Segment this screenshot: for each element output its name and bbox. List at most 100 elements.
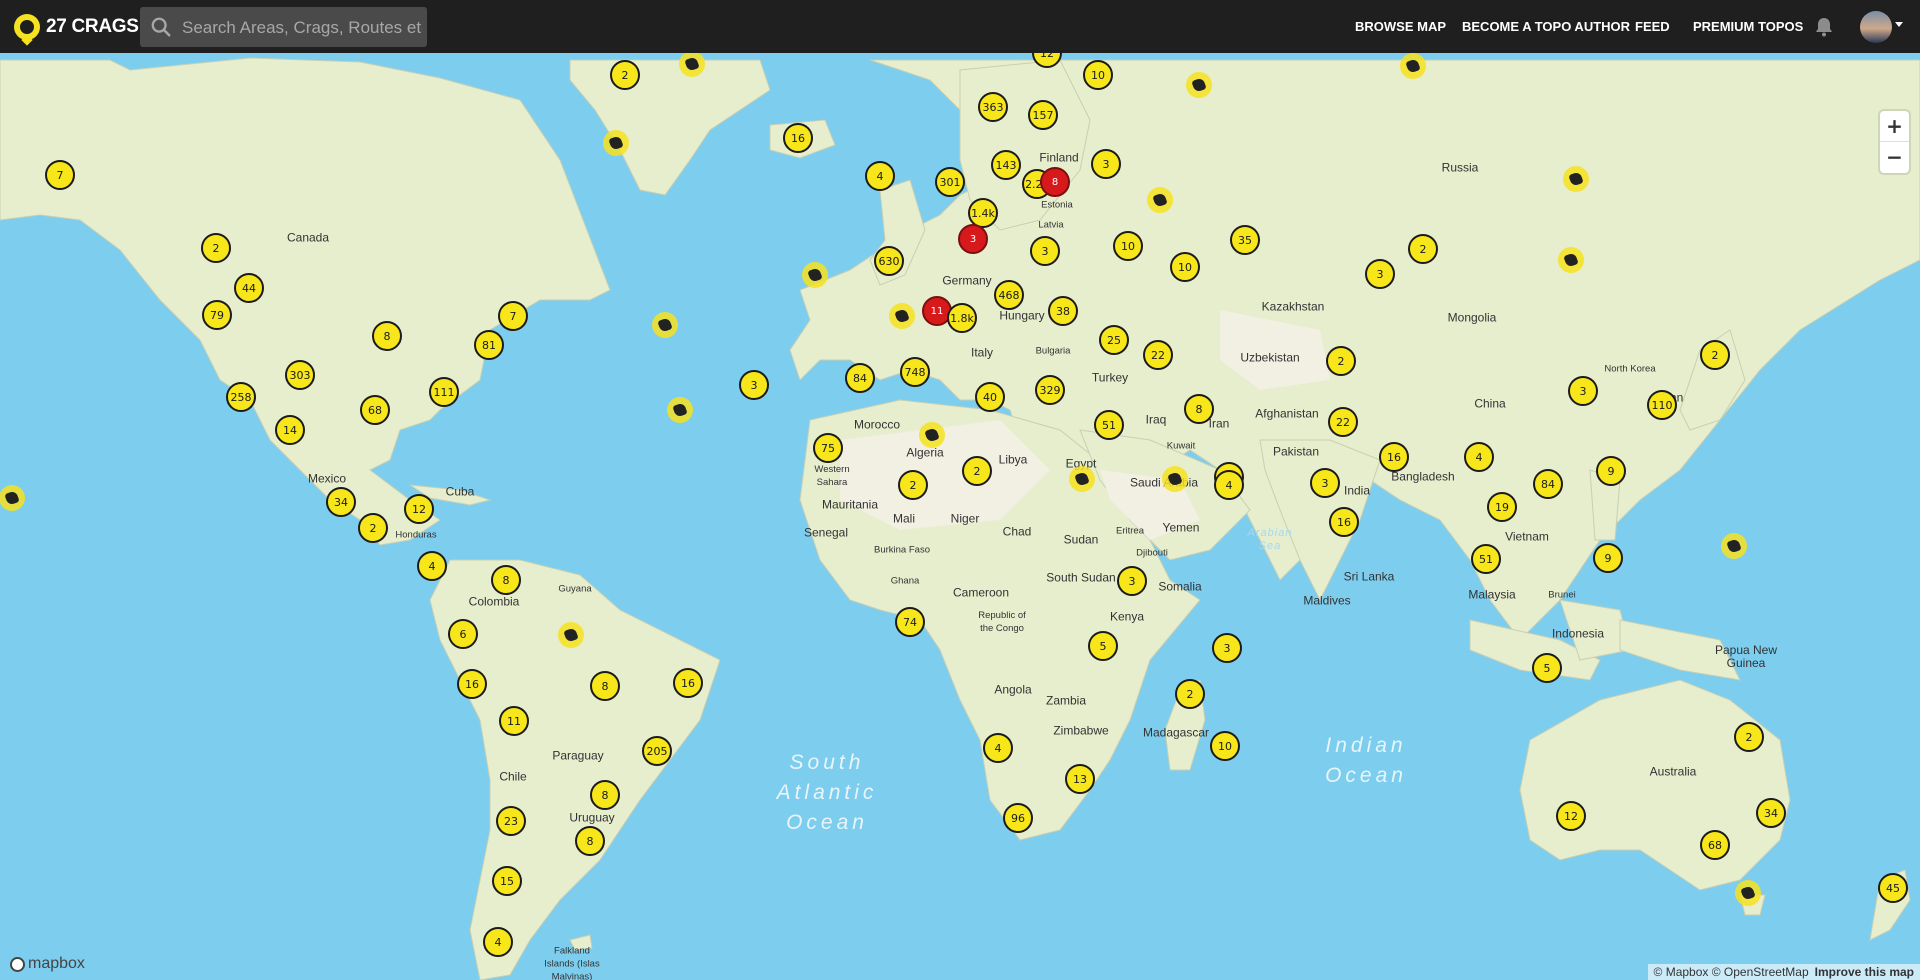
crag-pin-marker[interactable] (1147, 187, 1173, 213)
crag-cluster-marker[interactable]: 205 (642, 736, 672, 766)
nav-feed-link[interactable]: FEED (1635, 19, 1670, 34)
crag-cluster-marker[interactable]: 4 (865, 161, 895, 191)
crag-cluster-marker[interactable]: 16 (1329, 507, 1359, 537)
crag-cluster-marker[interactable]: 81 (474, 330, 504, 360)
crag-cluster-marker[interactable]: 4 (1464, 442, 1494, 472)
crag-cluster-marker[interactable]: 15 (492, 866, 522, 896)
crag-cluster-marker[interactable]: 45 (1878, 873, 1908, 903)
crag-pin-marker[interactable] (1069, 466, 1095, 492)
crag-cluster-marker[interactable]: 9 (1596, 456, 1626, 486)
crag-cluster-marker[interactable]: 12 (404, 494, 434, 524)
crag-cluster-marker[interactable]: 329 (1035, 375, 1065, 405)
crag-cluster-marker[interactable]: 2 (1700, 340, 1730, 370)
crag-cluster-marker[interactable]: 2 (1175, 679, 1205, 709)
crag-cluster-marker[interactable]: 84 (845, 363, 875, 393)
crag-cluster-marker[interactable]: 38 (1048, 296, 1078, 326)
crag-cluster-marker[interactable]: 11 (499, 706, 529, 736)
attribution-mapbox-link[interactable]: © Mapbox (1654, 965, 1709, 979)
crag-cluster-marker[interactable]: 157 (1028, 100, 1058, 130)
crag-cluster-marker[interactable]: 84 (1533, 469, 1563, 499)
user-avatar[interactable] (1860, 11, 1892, 43)
crag-pin-marker[interactable] (652, 312, 678, 338)
crag-cluster-marker[interactable]: 468 (994, 280, 1024, 310)
crag-cluster-marker[interactable]: 303 (285, 360, 315, 390)
crag-pin-marker[interactable] (0, 485, 25, 511)
crag-pin-marker[interactable] (919, 422, 945, 448)
crag-cluster-marker[interactable]: 12 (1556, 801, 1586, 831)
crag-cluster-marker[interactable]: 8 (372, 321, 402, 351)
crag-cluster-marker[interactable]: 22 (1328, 407, 1358, 437)
crag-cluster-marker[interactable]: 10 (1083, 60, 1113, 90)
improve-map-link[interactable]: Improve this map (1815, 965, 1914, 979)
nav-feed[interactable]: FEED (1635, 0, 1670, 53)
crag-pin-marker[interactable] (1721, 533, 1747, 559)
crag-cluster-marker[interactable]: 3 (1091, 149, 1121, 179)
crag-cluster-marker[interactable]: 1.8k (947, 303, 977, 333)
crag-cluster-marker[interactable]: 8 (1184, 394, 1214, 424)
crag-pin-marker[interactable] (679, 51, 705, 77)
crag-cluster-marker[interactable]: 2 (898, 470, 928, 500)
crag-cluster-marker[interactable]: 13 (1065, 764, 1095, 794)
crag-cluster-marker[interactable]: 8 (491, 565, 521, 595)
crag-cluster-marker[interactable]: 40 (975, 382, 1005, 412)
crag-cluster-marker[interactable]: 2 (1734, 722, 1764, 752)
crag-cluster-marker[interactable]: 14 (275, 415, 305, 445)
crag-cluster-marker[interactable]: 19 (1487, 492, 1517, 522)
crag-cluster-marker[interactable]: 10 (1113, 231, 1143, 261)
crag-pin-marker[interactable] (667, 397, 693, 423)
world-map[interactable]: Canada Mexico Cuba Honduras Colombia Guyana Pa… (0, 38, 1920, 980)
crag-cluster-marker[interactable]: 4 (483, 927, 513, 957)
nav-browse-map-link[interactable]: BROWSE MAP (1355, 19, 1446, 34)
crag-cluster-marker[interactable]: 111 (429, 377, 459, 407)
crag-cluster-marker[interactable]: 4 (417, 551, 447, 581)
crag-cluster-marker[interactable]: 51 (1094, 410, 1124, 440)
attribution-osm-link[interactable]: © OpenStreetMap (1712, 965, 1809, 979)
nav-become-topo-author-link[interactable]: BECOME A TOPO AUTHOR (1462, 19, 1630, 34)
crag-cluster-marker[interactable]: 96 (1003, 803, 1033, 833)
crag-cluster-marker[interactable]: 7 (45, 160, 75, 190)
crag-cluster-marker[interactable]: 630 (874, 246, 904, 276)
crag-cluster-marker[interactable]: 16 (673, 668, 703, 698)
crag-cluster-marker[interactable]: 34 (1756, 798, 1786, 828)
crag-cluster-marker[interactable]: 2 (1326, 346, 1356, 376)
crag-cluster-marker[interactable]: 3 (1568, 376, 1598, 406)
nav-become-topo-author[interactable]: BECOME A TOPO AUTHOR (1462, 0, 1630, 53)
crag-cluster-marker[interactable]: 3 (958, 224, 988, 254)
crag-cluster-marker[interactable]: 2 (1408, 234, 1438, 264)
nav-browse-map[interactable]: BROWSE MAP (1355, 0, 1446, 53)
crag-cluster-marker[interactable]: 8 (590, 780, 620, 810)
crag-cluster-marker[interactable]: 5 (1532, 653, 1562, 683)
avatar-dropdown-caret-icon[interactable] (1895, 22, 1903, 27)
crag-cluster-marker[interactable]: 6 (448, 619, 478, 649)
crag-cluster-marker[interactable]: 3 (739, 370, 769, 400)
crag-cluster-marker[interactable]: 258 (226, 382, 256, 412)
crag-cluster-marker[interactable]: 35 (1230, 225, 1260, 255)
crag-cluster-marker[interactable]: 75 (813, 433, 843, 463)
crag-cluster-marker[interactable]: 3 (1212, 633, 1242, 663)
crag-cluster-marker[interactable]: 3 (1310, 468, 1340, 498)
crag-cluster-marker[interactable]: 2 (962, 456, 992, 486)
crag-cluster-marker[interactable]: 4 (983, 733, 1013, 763)
crag-cluster-marker[interactable]: 68 (360, 395, 390, 425)
crag-cluster-marker[interactable]: 16 (783, 123, 813, 153)
brand-logo[interactable]: 27 CRAGS (14, 11, 139, 42)
search-input[interactable] (180, 7, 424, 49)
crag-cluster-marker[interactable]: 143 (991, 150, 1021, 180)
crag-cluster-marker[interactable]: 9 (1593, 543, 1623, 573)
crag-cluster-marker[interactable]: 110 (1647, 390, 1677, 420)
crag-cluster-marker[interactable]: 3 (1030, 236, 1060, 266)
crag-cluster-marker[interactable]: 68 (1700, 830, 1730, 860)
crag-cluster-marker[interactable]: 3 (1117, 566, 1147, 596)
crag-cluster-marker[interactable]: 16 (457, 669, 487, 699)
crag-cluster-marker[interactable]: 363 (978, 92, 1008, 122)
crag-cluster-marker[interactable]: 4 (1214, 470, 1244, 500)
crag-pin-marker[interactable] (1735, 880, 1761, 906)
crag-pin-marker[interactable] (1162, 466, 1188, 492)
crag-cluster-marker[interactable]: 2 (201, 233, 231, 263)
crag-pin-marker[interactable] (603, 130, 629, 156)
crag-cluster-marker[interactable]: 8 (575, 826, 605, 856)
crag-cluster-marker[interactable]: 10 (1170, 252, 1200, 282)
crag-cluster-marker[interactable]: 8 (1040, 167, 1070, 197)
crag-cluster-marker[interactable]: 51 (1471, 544, 1501, 574)
crag-cluster-marker[interactable]: 74 (895, 607, 925, 637)
